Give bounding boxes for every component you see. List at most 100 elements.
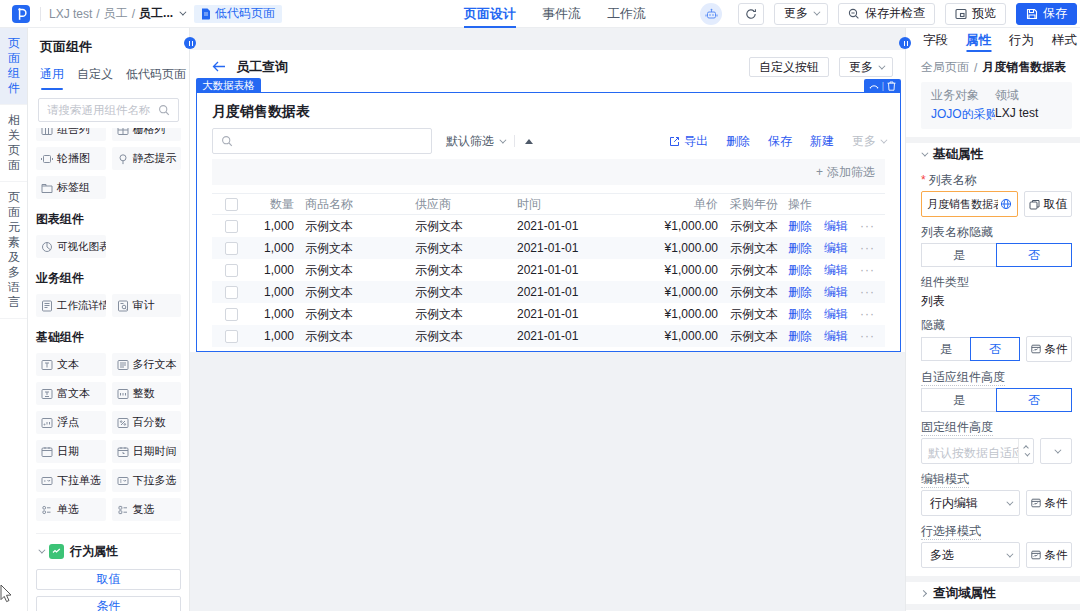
- edit-mode-select[interactable]: 行内编辑: [921, 490, 1020, 516]
- section-query-properties[interactable]: 查询域属性: [906, 582, 1080, 604]
- delete-component-icon[interactable]: [887, 81, 896, 91]
- tab-behavior[interactable]: 行为: [1009, 28, 1034, 52]
- component-item[interactable]: 百分数: [112, 411, 182, 434]
- component-item[interactable]: 下拉单选: [36, 469, 106, 492]
- app-logo-icon[interactable]: [12, 5, 30, 23]
- step-up-icon[interactable]: [1023, 445, 1029, 451]
- save-check-button[interactable]: 保存并检查: [838, 3, 935, 25]
- component-item[interactable]: 日期时间: [112, 440, 182, 463]
- table-more-button[interactable]: 更多: [852, 133, 885, 150]
- component-item[interactable]: 栅格列: [112, 128, 182, 141]
- breadcrumb-root[interactable]: 全局页面: [921, 59, 969, 76]
- get-value-button[interactable]: 取值: [1024, 191, 1072, 217]
- tab-properties[interactable]: 属性: [966, 28, 991, 52]
- tab-fields[interactable]: 字段: [923, 28, 948, 52]
- component-item[interactable]: 多行文本: [112, 353, 182, 376]
- table-search-input[interactable]: [212, 128, 432, 154]
- breadcrumb-root[interactable]: LXJ test: [49, 7, 92, 21]
- row-more-link[interactable]: ···: [860, 263, 875, 277]
- canvas-more-button[interactable]: 更多: [839, 57, 893, 77]
- rail-item-page-components[interactable]: 页面组件: [0, 28, 27, 105]
- globe-icon[interactable]: [1000, 198, 1012, 210]
- selected-table-component[interactable]: 大数据表格 | 月度销售数据表 默认筛选: [196, 92, 901, 352]
- rail-item-related-pages[interactable]: 相关页面: [0, 105, 27, 182]
- component-item[interactable]: 复选: [112, 498, 182, 521]
- refresh-button[interactable]: [738, 3, 764, 25]
- business-object-link[interactable]: JOJO的采购...: [931, 106, 995, 123]
- row-delete-link[interactable]: 删除: [788, 218, 812, 235]
- section-data-properties[interactable]: 数据域属性: [906, 610, 1080, 611]
- row-checkbox[interactable]: [225, 242, 238, 255]
- component-item[interactable]: 单选: [36, 498, 106, 521]
- option-yes[interactable]: 是: [921, 388, 997, 412]
- row-edit-link[interactable]: 编辑: [824, 306, 848, 323]
- save-row-button[interactable]: 保存: [768, 133, 792, 150]
- component-item[interactable]: 日期: [36, 440, 106, 463]
- default-filter-dropdown[interactable]: 默认筛选: [446, 133, 504, 150]
- tab-style[interactable]: 样式: [1052, 28, 1077, 52]
- custom-button[interactable]: 自定义按钮: [749, 57, 829, 77]
- row-checkbox[interactable]: [225, 220, 238, 233]
- collapse-right-panel-button[interactable]: [899, 37, 911, 49]
- component-item[interactable]: 可视化图表: [36, 235, 106, 258]
- component-item[interactable]: 工作流详情: [36, 294, 106, 317]
- breadcrumb[interactable]: LXJ test / 员工 / 员工...: [49, 5, 184, 22]
- tab-lowcode-page[interactable]: 低代码页面: [126, 66, 186, 90]
- row-edit-link[interactable]: 编辑: [824, 218, 848, 235]
- tab-custom[interactable]: 自定义: [77, 66, 113, 90]
- row-checkbox[interactable]: [225, 308, 238, 321]
- collapse-filters-button[interactable]: [525, 139, 533, 144]
- chevron-down-icon[interactable]: [179, 9, 186, 16]
- component-search-input[interactable]: 请搜索通用组件名称: [38, 98, 179, 122]
- row-more-link[interactable]: ···: [860, 241, 875, 255]
- row-checkbox[interactable]: [225, 330, 238, 343]
- collapse-left-panel-button[interactable]: [184, 37, 196, 49]
- add-filter-button[interactable]: + 添加筛选: [816, 164, 875, 181]
- breadcrumb-mid[interactable]: 员工: [104, 5, 128, 22]
- row-delete-link[interactable]: 删除: [788, 262, 812, 279]
- select-all-checkbox[interactable]: [225, 198, 238, 211]
- row-edit-link[interactable]: 编辑: [824, 262, 848, 279]
- tab-page-design[interactable]: 页面设计: [464, 0, 516, 28]
- hidden-condition-button[interactable]: 条件: [1026, 336, 1072, 362]
- height-unit-select[interactable]: [1040, 438, 1072, 464]
- row-delete-link[interactable]: 删除: [788, 328, 812, 345]
- component-item[interactable]: 文本: [36, 353, 106, 376]
- option-no[interactable]: 否: [996, 388, 1072, 412]
- list-name-input[interactable]: 月度销售数据表: [921, 191, 1018, 217]
- row-select-mode-select[interactable]: 多选: [921, 542, 1020, 568]
- component-item[interactable]: 浮点: [36, 411, 106, 434]
- export-button[interactable]: 导出: [669, 133, 708, 150]
- create-button[interactable]: 新建: [810, 133, 834, 150]
- fixed-height-input[interactable]: 默认按数据自适应列表...: [921, 438, 1034, 464]
- row-more-link[interactable]: ···: [860, 329, 875, 343]
- more-button[interactable]: 更多: [774, 3, 828, 25]
- delete-button[interactable]: 删除: [726, 133, 750, 150]
- component-item[interactable]: 组合列: [36, 128, 106, 141]
- rail-item-page-elements[interactable]: 页面元素及多语言: [0, 182, 27, 319]
- option-yes[interactable]: 是: [921, 243, 997, 267]
- tab-event-flow[interactable]: 事件流: [542, 0, 581, 28]
- number-stepper[interactable]: [1018, 439, 1033, 463]
- row-edit-link[interactable]: 编辑: [824, 240, 848, 257]
- edit-mode-condition-button[interactable]: 条件: [1026, 490, 1072, 516]
- row-checkbox[interactable]: [225, 264, 238, 277]
- component-item[interactable]: 下拉多选: [112, 469, 182, 492]
- collapse-icon[interactable]: [869, 82, 879, 91]
- breadcrumb-current[interactable]: 员工...: [139, 5, 173, 22]
- preview-button[interactable]: 预览: [945, 3, 1006, 25]
- row-edit-link[interactable]: 编辑: [824, 328, 848, 345]
- ai-assistant-button[interactable]: [700, 3, 722, 25]
- section-basic-properties[interactable]: 基础属性: [906, 143, 1080, 165]
- back-arrow-icon[interactable]: [212, 61, 226, 73]
- component-item[interactable]: 轮播图: [36, 147, 106, 170]
- component-item[interactable]: 整数: [112, 382, 182, 405]
- component-item[interactable]: 审计: [112, 294, 182, 317]
- row-select-condition-button[interactable]: 条件: [1026, 542, 1072, 568]
- row-delete-link[interactable]: 删除: [788, 240, 812, 257]
- row-delete-link[interactable]: 删除: [788, 306, 812, 323]
- row-more-link[interactable]: ···: [860, 219, 875, 233]
- row-more-link[interactable]: ···: [860, 285, 875, 299]
- option-yes[interactable]: 是: [921, 337, 971, 361]
- row-more-link[interactable]: ···: [860, 307, 875, 321]
